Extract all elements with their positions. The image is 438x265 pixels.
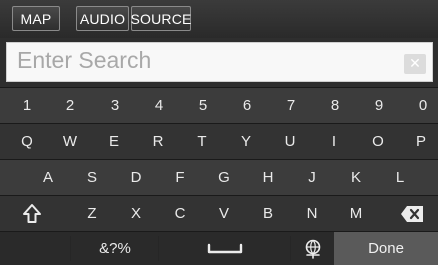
key-r[interactable]: R xyxy=(135,124,181,159)
tab-map[interactable]: MAP xyxy=(12,6,60,31)
key-n[interactable]: N xyxy=(289,196,335,231)
zxcv-row: Z X C V B N M xyxy=(0,195,438,231)
key-d[interactable]: D xyxy=(113,160,159,195)
key-j[interactable]: J xyxy=(289,160,335,195)
language-key[interactable] xyxy=(292,232,334,265)
key-i[interactable]: I xyxy=(311,124,357,159)
divider xyxy=(70,236,71,261)
search-input[interactable]: Enter Search ✕ xyxy=(6,42,433,82)
close-icon: ✕ xyxy=(409,56,421,72)
key-a[interactable]: A xyxy=(25,160,71,195)
key-z[interactable]: Z xyxy=(69,196,115,231)
language-icon xyxy=(305,239,321,259)
key-3[interactable]: 3 xyxy=(92,88,138,123)
symbols-key[interactable]: &?% xyxy=(72,232,158,265)
key-s[interactable]: S xyxy=(69,160,115,195)
top-bar: MAP AUDIO SOURCE xyxy=(0,0,438,38)
key-8[interactable]: 8 xyxy=(312,88,358,123)
shift-icon xyxy=(23,203,41,223)
key-p[interactable]: P xyxy=(398,124,438,159)
space-icon xyxy=(207,243,243,253)
key-7[interactable]: 7 xyxy=(268,88,314,123)
backspace-key[interactable] xyxy=(395,196,429,231)
search-placeholder: Enter Search xyxy=(17,47,152,73)
done-button[interactable]: Done xyxy=(334,232,438,265)
key-e[interactable]: E xyxy=(91,124,137,159)
key-y[interactable]: Y xyxy=(223,124,269,159)
key-q[interactable]: Q xyxy=(4,124,50,159)
key-2[interactable]: 2 xyxy=(47,88,93,123)
function-row: &?% Done xyxy=(0,231,438,265)
key-x[interactable]: X xyxy=(113,196,159,231)
key-w[interactable]: W xyxy=(47,124,93,159)
key-g[interactable]: G xyxy=(201,160,247,195)
number-row: 1 2 3 4 5 6 7 8 9 0 xyxy=(0,87,438,123)
key-c[interactable]: C xyxy=(157,196,203,231)
backspace-icon xyxy=(401,205,423,222)
key-k[interactable]: K xyxy=(333,160,379,195)
space-key[interactable] xyxy=(160,232,290,265)
key-1[interactable]: 1 xyxy=(0,88,54,123)
tab-source[interactable]: SOURCE xyxy=(130,6,191,31)
key-m[interactable]: M xyxy=(333,196,379,231)
key-9[interactable]: 9 xyxy=(356,88,402,123)
divider xyxy=(158,236,159,261)
key-u[interactable]: U xyxy=(267,124,313,159)
key-4[interactable]: 4 xyxy=(136,88,182,123)
key-o[interactable]: O xyxy=(355,124,401,159)
key-0[interactable]: 0 xyxy=(400,88,438,123)
key-t[interactable]: T xyxy=(179,124,225,159)
key-l[interactable]: L xyxy=(377,160,423,195)
tab-audio[interactable]: AUDIO xyxy=(76,6,129,31)
key-v[interactable]: V xyxy=(201,196,247,231)
key-5[interactable]: 5 xyxy=(180,88,226,123)
divider xyxy=(290,236,291,261)
clear-button[interactable]: ✕ xyxy=(404,54,426,74)
qwerty-row: Q W E R T Y U I O P xyxy=(0,123,438,159)
key-b[interactable]: B xyxy=(245,196,291,231)
key-6[interactable]: 6 xyxy=(224,88,270,123)
asdf-row: A S D F G H J K L xyxy=(0,159,438,195)
key-f[interactable]: F xyxy=(157,160,203,195)
shift-key[interactable] xyxy=(12,196,52,231)
key-h[interactable]: H xyxy=(245,160,291,195)
